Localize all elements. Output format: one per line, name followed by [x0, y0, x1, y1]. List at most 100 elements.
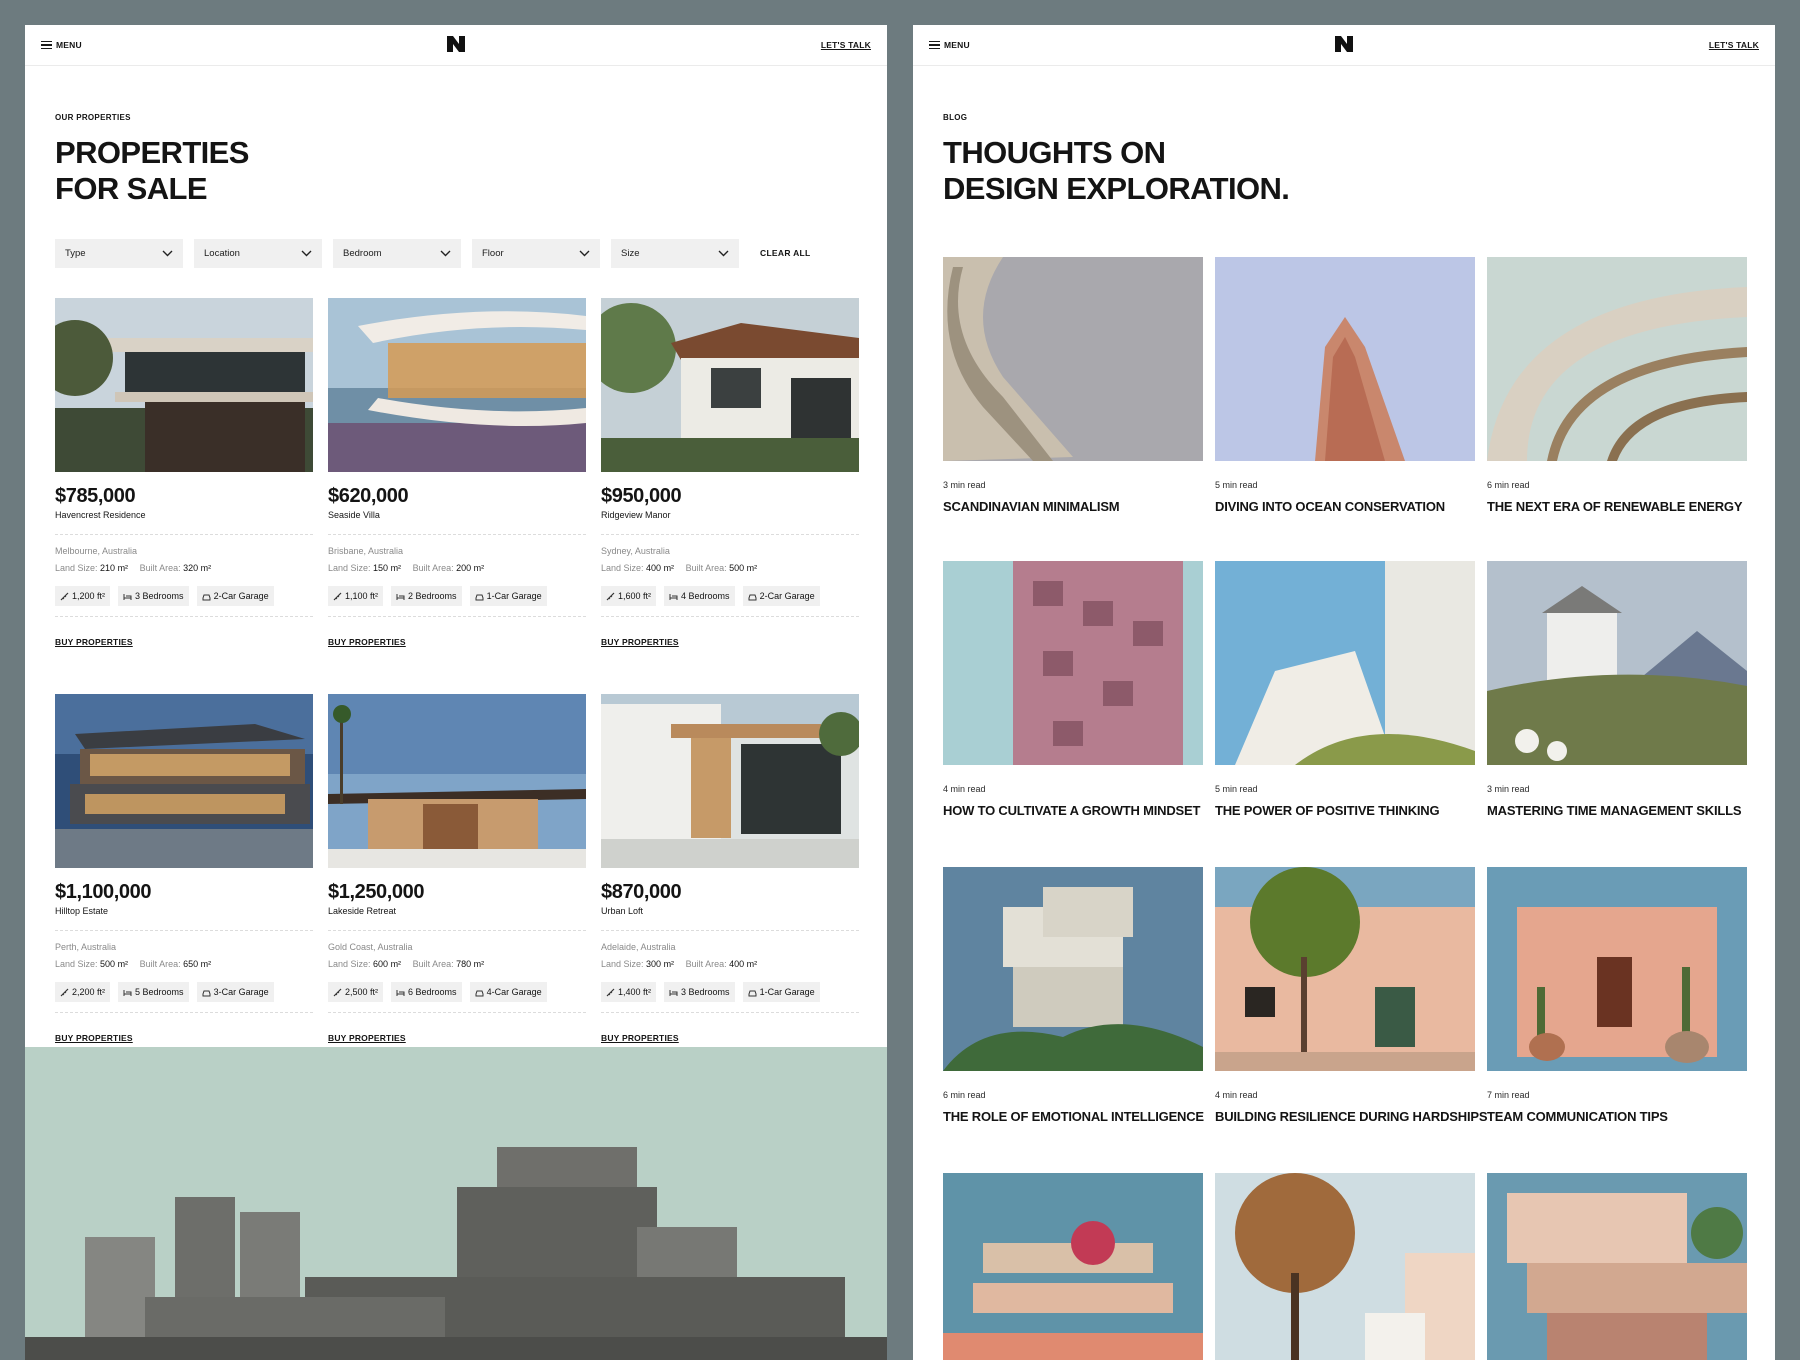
- feature-chips: 1,100 ft² 2 Bedrooms 1-Car Garage: [328, 586, 586, 606]
- car-icon: [748, 990, 757, 996]
- feature-chips: 1,200 ft² 3 Bedrooms 2-Car Garage: [55, 586, 313, 606]
- section-eyebrow: OUR PROPERTIES: [55, 113, 131, 122]
- blog-post-card[interactable]: 6 min read THE ROLE OF EMOTIONAL INTELLI…: [943, 867, 1204, 1124]
- property-photo[interactable]: [328, 694, 586, 868]
- area-value: 1,400 ft²: [618, 987, 652, 997]
- property-location: Brisbane, Australia: [328, 546, 404, 556]
- blog-post-title: HOW TO CULTIVATE A GROWTH MINDSET: [943, 803, 1201, 818]
- divider: [55, 1012, 313, 1013]
- blog-post-image[interactable]: [943, 867, 1203, 1071]
- read-time: 6 min read: [1487, 480, 1530, 490]
- divider: [601, 534, 859, 535]
- ruler-icon: [60, 988, 69, 996]
- blog-post-image[interactable]: [1487, 561, 1747, 765]
- blog-post-image[interactable]: [943, 257, 1203, 461]
- garage-chip: 2-Car Garage: [196, 586, 274, 606]
- bed-icon: [396, 593, 405, 600]
- bedrooms-chip: 2 Bedrooms: [391, 586, 462, 606]
- buy-properties-link[interactable]: BUY PROPERTIES: [601, 637, 679, 647]
- blog-post-image[interactable]: [1215, 561, 1475, 765]
- buy-properties-link[interactable]: BUY PROPERTIES: [601, 1033, 679, 1043]
- blog-post-image[interactable]: [1487, 257, 1747, 461]
- divider: [55, 616, 313, 617]
- filter-size-dropdown[interactable]: Size: [611, 239, 739, 268]
- property-photo[interactable]: [601, 298, 859, 472]
- built-area-label: Built Area:: [685, 563, 727, 573]
- property-card: $1,100,000 Hilltop Estate Perth, Austral…: [55, 694, 313, 1046]
- menu-button[interactable]: MENU: [929, 39, 970, 51]
- blog-post-title: THE ROLE OF EMOTIONAL INTELLIGENCE: [943, 1109, 1204, 1124]
- menu-label: MENU: [56, 40, 82, 50]
- filter-bedroom-dropdown[interactable]: Bedroom: [333, 239, 461, 268]
- blog-post-image[interactable]: [1215, 1173, 1475, 1360]
- buy-properties-link[interactable]: BUY PROPERTIES: [55, 637, 133, 647]
- property-photo[interactable]: [601, 694, 859, 868]
- blog-page: MENU LET'S TALK BLOG THOUGHTS ON DESIGN …: [913, 25, 1775, 1360]
- blog-post-card[interactable]: [1215, 1173, 1475, 1360]
- read-time: 6 min read: [943, 1090, 986, 1100]
- property-photo[interactable]: [328, 298, 586, 472]
- built-area-label: Built Area:: [685, 959, 727, 969]
- top-nav: MENU LET'S TALK: [913, 25, 1775, 66]
- divider: [328, 930, 586, 931]
- blog-post-card[interactable]: 6 min read THE NEXT ERA OF RENEWABLE ENE…: [1487, 257, 1747, 514]
- lets-talk-link[interactable]: LET'S TALK: [821, 40, 871, 50]
- built-area-value: 650 m²: [183, 959, 212, 969]
- filter-floor-dropdown[interactable]: Floor: [472, 239, 600, 268]
- filter-location-dropdown[interactable]: Location: [194, 239, 322, 268]
- ruler-icon: [606, 988, 615, 996]
- filter-label: Floor: [482, 248, 504, 259]
- area-value: 1,100 ft²: [345, 591, 379, 601]
- property-location: Melbourne, Australia: [55, 546, 138, 556]
- n-logo-icon[interactable]: [1335, 36, 1353, 52]
- blog-post-card[interactable]: 7 min read TEAM COMMUNICATION TIPS: [1487, 867, 1747, 1124]
- blog-post-image[interactable]: [1215, 257, 1475, 461]
- garage-value: 2-Car Garage: [213, 591, 269, 601]
- blog-post-image[interactable]: [1487, 867, 1747, 1071]
- bedrooms-value: 5 Bedrooms: [135, 987, 184, 997]
- blog-post-card[interactable]: 4 min read HOW TO CULTIVATE A GROWTH MIN…: [943, 561, 1203, 818]
- buy-properties-link[interactable]: BUY PROPERTIES: [328, 1033, 406, 1043]
- blog-post-card[interactable]: [1487, 1173, 1747, 1360]
- blog-post-card[interactable]: 3 min read MASTERING TIME MANAGEMENT SKI…: [1487, 561, 1747, 818]
- filter-label: Type: [65, 248, 86, 259]
- divider: [55, 534, 313, 535]
- property-photo[interactable]: [55, 298, 313, 472]
- divider: [601, 616, 859, 617]
- blog-post-image[interactable]: [943, 561, 1203, 765]
- chevron-down-icon: [162, 250, 173, 257]
- clear-all-button[interactable]: CLEAR ALL: [760, 248, 811, 258]
- built-area-label: Built Area:: [139, 563, 181, 573]
- read-time: 4 min read: [943, 784, 986, 794]
- bedrooms-chip: 6 Bedrooms: [391, 982, 462, 1002]
- hamburger-icon: [41, 40, 52, 50]
- filter-type-dropdown[interactable]: Type: [55, 239, 183, 268]
- blog-post-title: THE POWER OF POSITIVE THINKING: [1215, 803, 1440, 818]
- filter-bar: Type Location Bedroom Floor Size CLEAR A…: [55, 239, 875, 268]
- property-price: $1,250,000: [328, 881, 425, 903]
- property-photo[interactable]: [55, 694, 313, 868]
- buy-properties-link[interactable]: BUY PROPERTIES: [328, 637, 406, 647]
- blog-post-image[interactable]: [1487, 1173, 1747, 1360]
- lets-talk-link[interactable]: LET'S TALK: [1709, 40, 1759, 50]
- property-price: $870,000: [601, 881, 682, 903]
- blog-post-card[interactable]: [943, 1173, 1203, 1360]
- blog-post-title: DIVING INTO OCEAN CONSERVATION: [1215, 499, 1445, 514]
- menu-button[interactable]: MENU: [41, 39, 82, 51]
- n-logo-icon[interactable]: [447, 36, 465, 52]
- buy-properties-link[interactable]: BUY PROPERTIES: [55, 1033, 133, 1043]
- blog-post-image[interactable]: [943, 1173, 1203, 1360]
- property-name: Ridgeview Manor: [601, 510, 671, 520]
- page-title-line: DESIGN EXPLORATION.: [943, 171, 1290, 206]
- blog-post-card[interactable]: 5 min read THE POWER OF POSITIVE THINKIN…: [1215, 561, 1475, 818]
- property-sizes: Land Size: 300 m² Built Area: 400 m²: [601, 959, 859, 971]
- blog-post-image[interactable]: [1215, 867, 1475, 1071]
- blog-post-card[interactable]: 4 min read BUILDING RESILIENCE DURING HA…: [1215, 867, 1488, 1124]
- bed-icon: [669, 989, 678, 996]
- area-value: 2,200 ft²: [72, 987, 106, 997]
- garage-value: 1-Car Garage: [759, 987, 815, 997]
- bedrooms-value: 3 Bedrooms: [135, 591, 184, 601]
- blog-post-card[interactable]: 5 min read DIVING INTO OCEAN CONSERVATIO…: [1215, 257, 1475, 514]
- garage-value: 3-Car Garage: [213, 987, 269, 997]
- blog-post-card[interactable]: 3 min read SCANDINAVIAN MINIMALISM: [943, 257, 1203, 514]
